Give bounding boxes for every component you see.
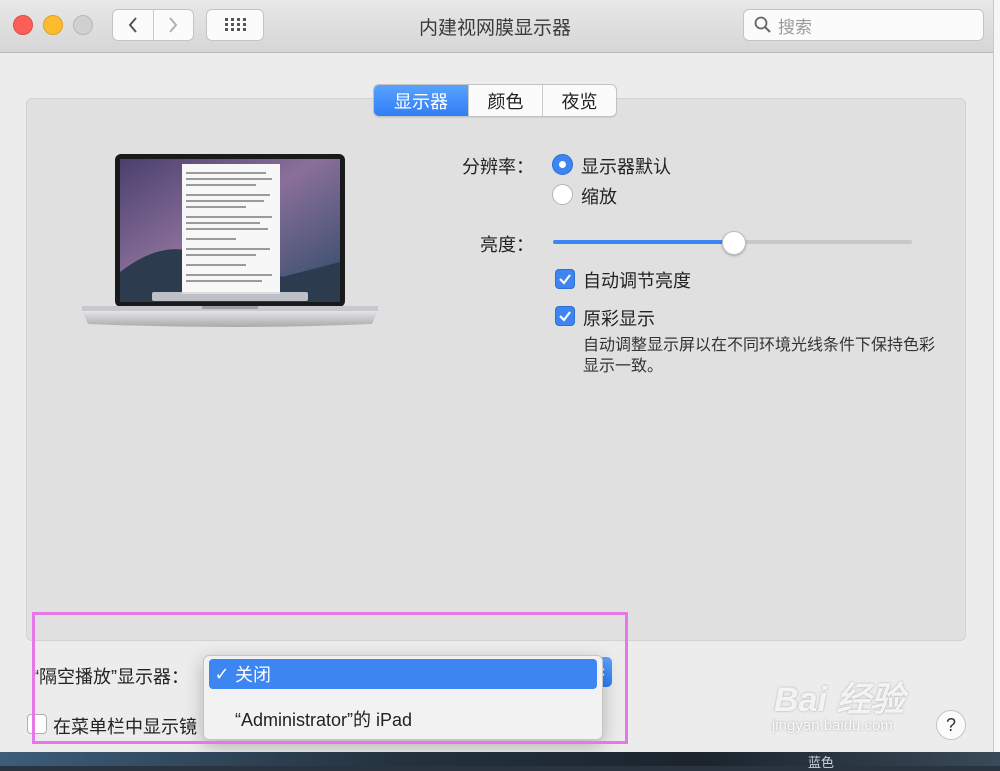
checkmark-icon (559, 274, 571, 285)
annotation-highlight-box (32, 612, 628, 744)
window-title: 内建视网膜显示器 (418, 18, 571, 39)
tab-display[interactable]: 显示器 (374, 85, 468, 116)
grid-icon (225, 18, 246, 31)
help-button[interactable]: ? (936, 710, 966, 740)
radio-scaled-label: 缩放 (581, 187, 617, 207)
auto-brightness-label: 自动调节亮度 (583, 271, 691, 291)
tab-night-shift[interactable]: 夜览 (542, 85, 616, 116)
radio-default-resolution[interactable] (552, 154, 573, 175)
show-all-button[interactable] (206, 9, 264, 41)
macbook-illustration (82, 154, 378, 327)
true-tone-checkbox[interactable] (555, 306, 575, 326)
forward-button[interactable] (152, 10, 194, 40)
preferences-window: 内建视网膜显示器 搜索 显示器 颜色 夜览 分辨率： 显示器默认 缩放 亮度： … (0, 0, 994, 752)
brightness-slider-thumb[interactable] (722, 231, 746, 255)
chevron-right-icon (169, 17, 178, 33)
title-bar: 内建视网膜显示器 搜索 (0, 0, 993, 53)
chevron-left-icon (128, 17, 137, 33)
search-placeholder: 搜索 (778, 17, 812, 37)
back-button[interactable] (113, 10, 153, 40)
background-text-fragment: 蓝色 (808, 755, 835, 770)
watermark-logo: Bai 经验 (774, 681, 905, 719)
minimize-window-button[interactable] (43, 15, 63, 35)
radio-scaled-resolution[interactable] (552, 184, 573, 205)
watermark-url: jingyan.baidu.com (772, 717, 893, 734)
brightness-label: 亮度： (480, 235, 534, 255)
desktop-background (0, 752, 1000, 766)
resolution-label: 分辨率： (462, 157, 534, 177)
true-tone-label: 原彩显示 (583, 309, 655, 329)
zoom-window-button[interactable] (73, 15, 93, 35)
search-icon (754, 16, 771, 33)
tab-color[interactable]: 颜色 (468, 85, 542, 116)
true-tone-description: 自动调整显示屏以在不同环境光线条件下保持色彩显示一致。 (583, 337, 936, 375)
close-window-button[interactable] (13, 15, 33, 35)
checkmark-icon (559, 311, 571, 322)
background-window-strip (993, 0, 1000, 766)
tab-bar: 显示器 颜色 夜览 (373, 84, 617, 117)
navigation-buttons (112, 9, 194, 41)
radio-default-label: 显示器默认 (581, 157, 671, 177)
brightness-slider-fill (553, 240, 733, 244)
search-field[interactable]: 搜索 (743, 9, 984, 41)
auto-brightness-checkbox[interactable] (555, 269, 575, 289)
